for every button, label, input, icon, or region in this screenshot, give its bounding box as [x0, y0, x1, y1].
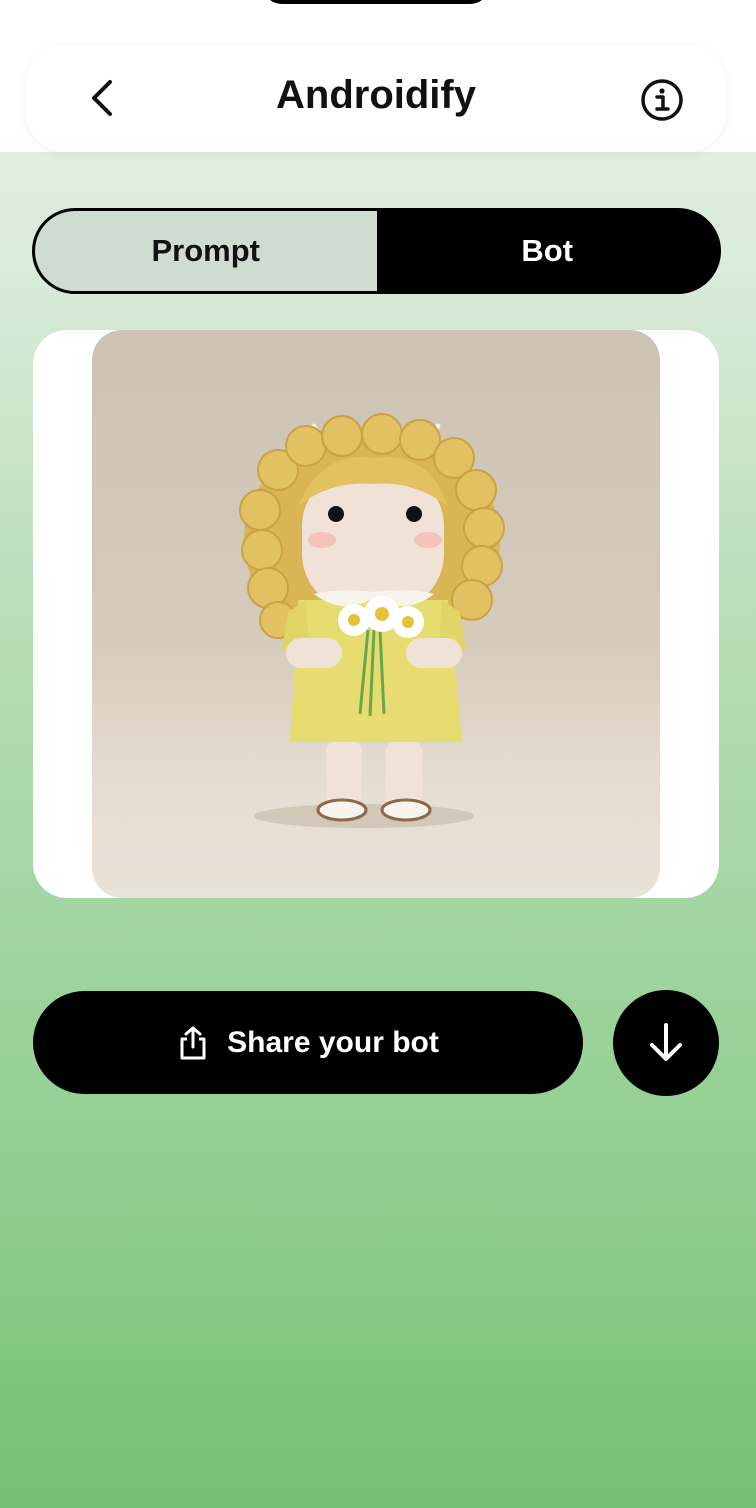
download-arrow-icon: [650, 1023, 682, 1061]
bot-image-card: [33, 330, 719, 898]
tab-prompt[interactable]: Prompt: [35, 211, 377, 291]
share-bot-button[interactable]: Share your bot: [33, 991, 583, 1094]
share-icon: [180, 1026, 206, 1059]
share-bot-label: Share your bot: [227, 1025, 439, 1059]
page-title: Androidify: [276, 73, 476, 117]
info-icon: [641, 79, 683, 121]
generated-bot-image[interactable]: [92, 330, 660, 898]
bot-figure-illustration: [239, 413, 505, 828]
info-button[interactable]: [637, 75, 687, 125]
app-screen: Androidify Prompt Bot Share your bot: [0, 0, 756, 1508]
download-button[interactable]: [613, 990, 719, 1096]
header-bar: Androidify: [26, 45, 726, 152]
device-notch: [262, 0, 490, 4]
mode-toggle: Prompt Bot: [32, 208, 721, 294]
tab-bot[interactable]: Bot: [376, 211, 718, 291]
